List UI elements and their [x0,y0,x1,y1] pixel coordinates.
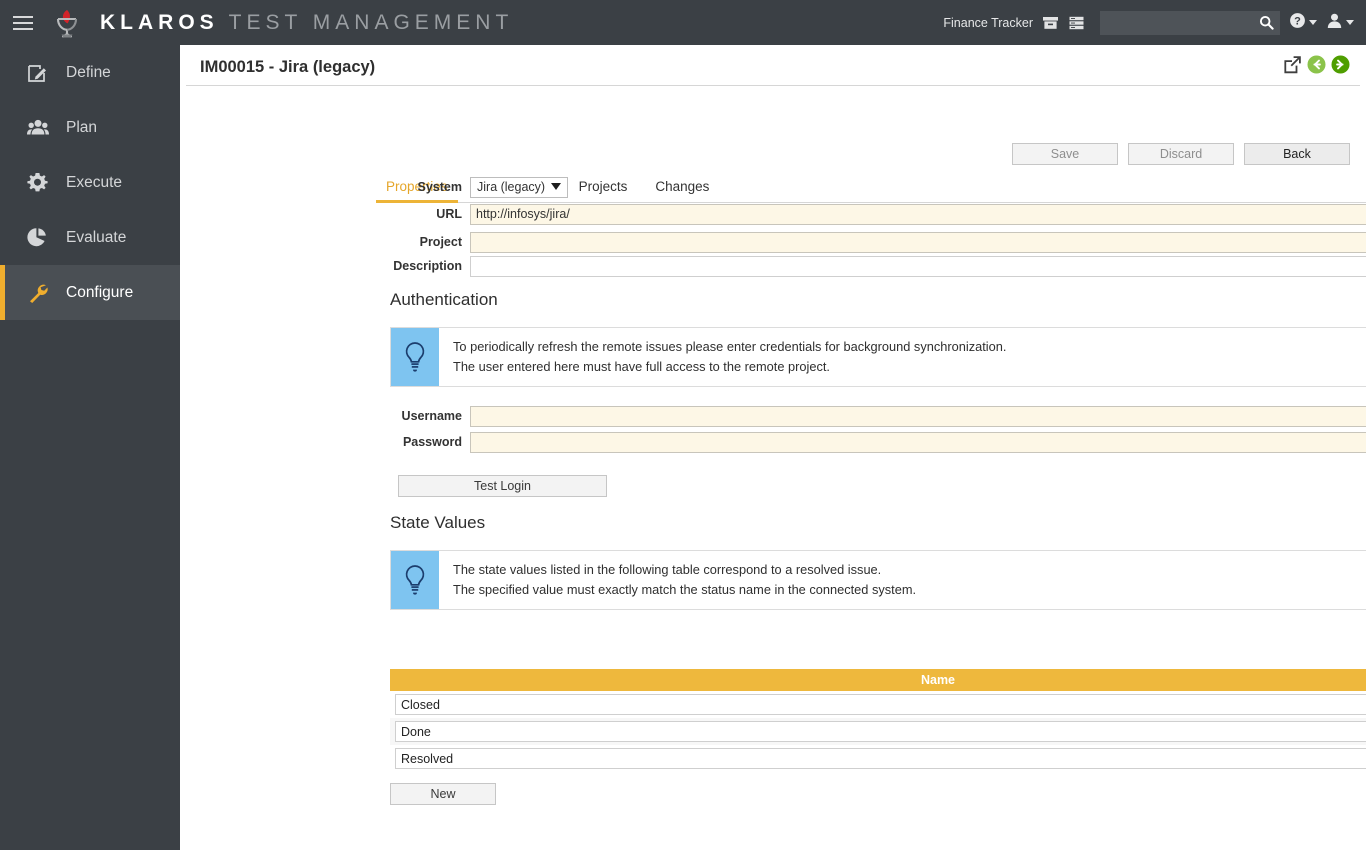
search-icon[interactable] [1259,15,1274,35]
field-row-url: URL [376,203,1366,225]
authentication-info-line-1: To periodically refresh the remote issue… [453,337,1006,357]
field-row-description: Description [376,255,1366,277]
brand-secondary: TEST MANAGEMENT [229,11,514,34]
state-value-cell [390,748,1366,769]
state-values-info-box: The state values listed in the following… [390,550,1366,610]
field-row-password: Password [376,431,1366,453]
state-value-cell [390,721,1366,742]
url-label: URL [376,207,462,221]
header-right-cluster: Finance Tracker [943,0,1366,45]
state-value-cell [390,694,1366,715]
state-value-input[interactable] [395,748,1366,769]
wrench-icon [27,282,57,303]
state-values-table-header: Name Action [390,669,1366,691]
description-label: Description [376,259,462,273]
password-label: Password [376,435,462,449]
brand-primary: KLAROS [100,11,219,34]
sidebar-item-configure[interactable]: Configure [0,265,180,320]
edit-pencil-icon [27,62,57,83]
chevron-down-icon [551,183,561,190]
sidebar-item-label: Evaluate [66,229,126,247]
sidebar-item-execute[interactable]: Execute [0,155,180,210]
server-stack-icon[interactable] [1068,15,1085,31]
sidebar-item-label: Configure [66,284,133,302]
help-menu[interactable]: ? [1289,12,1317,34]
arrow-right-circle-icon[interactable] [1331,55,1350,74]
user-icon[interactable] [1326,12,1343,34]
sidebar-item-define[interactable]: Define [0,45,180,100]
search-input[interactable] [1100,11,1252,35]
back-button[interactable]: Back [1244,143,1350,165]
page-title: IM00015 - Jira (legacy) [200,58,375,77]
pie-chart-icon [27,227,57,248]
state-value-input[interactable] [395,694,1366,715]
discard-button[interactable]: Discard [1128,143,1234,165]
hamburger-bar [13,16,33,18]
column-header-name: Name [390,669,1366,691]
authentication-info-box: To periodically refresh the remote issue… [390,327,1366,387]
table-row [390,745,1366,772]
sidebar-item-label: Execute [66,174,122,192]
new-state-value-button[interactable]: New [390,783,496,805]
page-header: IM00015 - Jira (legacy) [186,45,1360,86]
chevron-down-icon[interactable] [1346,20,1354,25]
table-row [390,718,1366,745]
description-input[interactable] [470,256,1366,277]
hamburger-bar [13,28,33,30]
klaros-logo-icon[interactable] [48,0,86,45]
search-box[interactable] [1100,11,1280,35]
authentication-heading: Authentication [390,290,498,310]
state-values-heading: State Values [390,513,485,533]
system-select-value: Jira (legacy) [477,180,545,194]
state-value-input[interactable] [395,721,1366,742]
username-input[interactable] [470,406,1366,427]
top-action-buttons: Save Discard Back [1012,143,1350,165]
hamburger-bar [13,22,33,24]
tab-projects[interactable]: Projects [569,179,638,203]
sidebar-item-plan[interactable]: Plan [0,100,180,155]
test-login-button[interactable]: Test Login [398,475,607,497]
help-circle-icon[interactable]: ? [1289,12,1306,34]
arrow-left-circle-icon[interactable] [1307,55,1326,74]
state-values-info-line-1: The state values listed in the following… [453,560,916,580]
chevron-down-icon[interactable] [1309,20,1317,25]
gear-icon [27,172,57,193]
system-label: System [376,180,462,194]
sidebar-item-label: Plan [66,119,97,137]
authentication-info-text: To periodically refresh the remote issue… [439,328,1020,386]
table-row [390,691,1366,718]
authentication-info-line-2: The user entered here must have full acc… [453,357,1006,377]
field-row-username: Username [376,405,1366,427]
current-project-label[interactable]: Finance Tracker [943,16,1033,30]
system-select[interactable]: Jira (legacy) [470,177,568,198]
sidebar-item-label: Define [66,64,111,82]
project-input[interactable] [470,232,1366,253]
people-group-icon [27,117,57,138]
top-header-bar: KLAROS TEST MANAGEMENT Finance Tracker [0,0,1366,45]
archive-box-icon[interactable] [1042,15,1059,31]
project-label: Project [376,235,462,249]
tab-changes[interactable]: Changes [645,179,719,203]
lightbulb-icon [391,551,439,609]
brand-title: KLAROS TEST MANAGEMENT [100,11,513,35]
state-values-info-line-2: The specified value must exactly match t… [453,580,916,600]
svg-text:?: ? [1294,15,1301,27]
external-link-icon[interactable] [1283,55,1302,74]
password-input[interactable] [470,432,1366,453]
user-menu[interactable] [1326,12,1354,34]
hamburger-menu-icon[interactable] [0,0,46,45]
main-sidebar: Define Plan Execute [0,45,180,850]
lightbulb-icon [391,328,439,386]
field-row-system: System Jira (legacy) [376,176,568,198]
save-button[interactable]: Save [1012,143,1118,165]
state-values-table: Name Action [390,669,1366,772]
username-label: Username [376,409,462,423]
main-content: IM00015 - Jira (legacy) [180,45,1366,850]
sidebar-item-evaluate[interactable]: Evaluate [0,210,180,265]
url-input[interactable] [470,204,1366,225]
page-header-icons [1283,55,1350,74]
state-values-info-text: The state values listed in the following… [439,551,930,609]
field-row-project: Project [376,231,1366,253]
